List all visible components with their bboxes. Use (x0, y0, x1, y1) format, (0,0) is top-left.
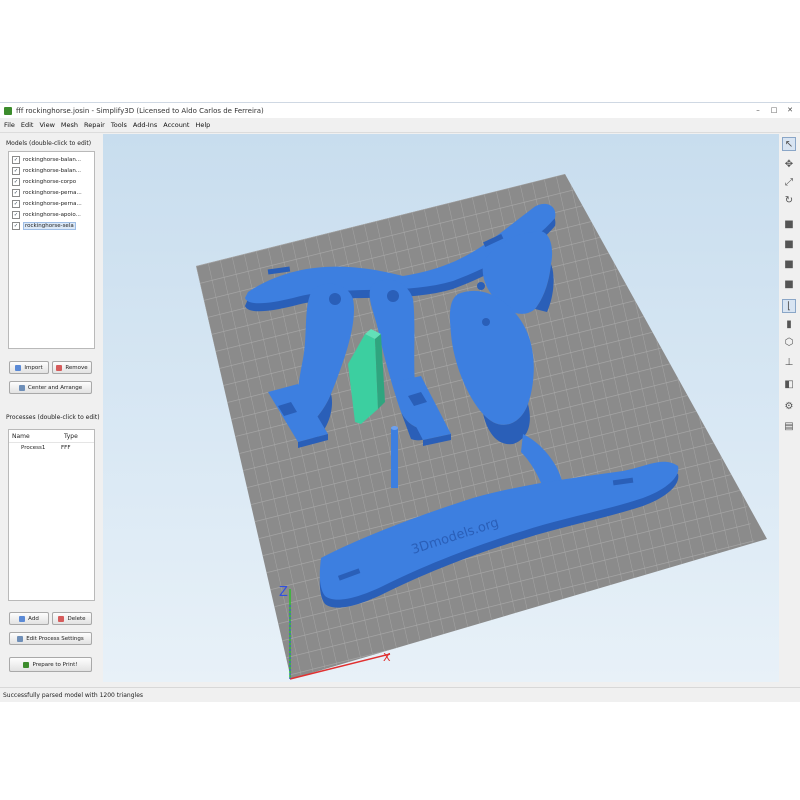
rotate-icon[interactable]: ↻ (782, 193, 796, 207)
processes-header: Processes (double-click to edit) (6, 414, 100, 421)
menu-file[interactable]: File (4, 121, 15, 129)
delete-icon (58, 615, 65, 622)
minimize-button[interactable]: – (752, 105, 764, 115)
import-label: Import (24, 364, 43, 371)
status-bar: Successfully parsed model with 1200 tria… (0, 687, 800, 702)
center-and-arrange-button[interactable]: Center and Arrange (9, 381, 92, 394)
table-header: Name Type (9, 430, 94, 443)
remove-button[interactable]: Remove (52, 361, 92, 374)
arrange-icon (18, 384, 25, 391)
settings-icon (17, 635, 24, 642)
menu-account[interactable]: Account (163, 121, 189, 129)
center-and-arrange-label: Center and Arrange (27, 384, 83, 391)
model-label: rockinghorse-balan... (23, 167, 82, 174)
model-label: rockinghorse-balan... (23, 156, 82, 163)
model-label: rockinghorse-perna... (23, 189, 82, 196)
prepare-to-print-button[interactable]: Prepare to Print! (9, 657, 92, 672)
menu-view[interactable]: View (39, 121, 54, 129)
maximize-button[interactable]: □ (768, 105, 780, 115)
axis-toggle-icon[interactable]: ⌊ (782, 299, 796, 313)
add-icon (19, 615, 26, 622)
model-item[interactable]: ✓ rockinghorse-balan... (9, 154, 94, 165)
window-title: fff rockinghorse.josin - Simplify3D (Lic… (16, 106, 264, 115)
checkbox[interactable]: ✓ (12, 166, 20, 175)
close-button[interactable]: ✕ (784, 105, 796, 115)
section-icon[interactable]: ⊥ (782, 355, 796, 369)
models-list[interactable]: ✓ rockinghorse-balan... ✓ rockinghorse-b… (8, 151, 95, 349)
column-type: Type (64, 432, 78, 440)
build-plate-grid (196, 174, 767, 679)
menu-bar: File Edit View Mesh Repair Tools Add-Ins… (0, 118, 800, 133)
menu-repair[interactable]: Repair (84, 121, 105, 129)
layer-view-icon[interactable]: ▤ (782, 419, 796, 433)
delete-label: Delete (67, 615, 86, 622)
menu-edit[interactable]: Edit (21, 121, 34, 129)
add-process-button[interactable]: Add (9, 612, 49, 625)
model-item-selected[interactable]: ✓ rockinghorse-sela (9, 220, 94, 231)
wireframe-icon[interactable]: ⬡ (782, 335, 796, 349)
left-panel: Models (double-click to edit) ✓ rockingh… (0, 133, 100, 681)
settings-gear-icon[interactable]: ⚙ (782, 399, 796, 413)
table-row[interactable]: Process1 FFF (9, 443, 94, 453)
checkbox[interactable]: ✓ (12, 199, 20, 208)
app-window: fff rockinghorse.josin - Simplify3D (Lic… (0, 102, 800, 702)
checkbox[interactable]: ✓ (12, 221, 20, 230)
model-label: rockinghorse-apoio... (23, 211, 81, 218)
app-logo-icon (4, 106, 12, 115)
model-item[interactable]: ✓ rockinghorse-perna... (9, 198, 94, 209)
solid-view-icon[interactable]: ▮ (782, 317, 796, 331)
view-top-icon[interactable]: ■ (782, 277, 796, 291)
model-item[interactable]: ✓ rockinghorse-corpo (9, 176, 94, 187)
process-name: Process1 (21, 445, 46, 451)
menu-add-ins[interactable]: Add-Ins (133, 121, 157, 129)
axis-z-label: Z (279, 585, 288, 600)
add-label: Add (28, 615, 39, 622)
menu-mesh[interactable]: Mesh (61, 121, 78, 129)
model-label: rockinghorse-sela (23, 221, 76, 230)
view-side-icon[interactable]: ■ (782, 257, 796, 271)
axis-x-label: X (383, 651, 391, 664)
menu-help[interactable]: Help (195, 121, 210, 129)
model-item[interactable]: ✓ rockinghorse-perna... (9, 187, 94, 198)
menu-tools[interactable]: Tools (111, 121, 127, 129)
3d-viewport[interactable]: 3Dmodels.org Z X (103, 134, 779, 682)
checkbox[interactable]: ✓ (12, 188, 20, 197)
view-toolbar: ↖ ✥ ⤢ ↻ ■ ■ ■ ■ ⌊ ▮ ⬡ ⊥ ◧ ⚙ ▤ (780, 137, 798, 437)
move-icon[interactable]: ✥ (782, 157, 796, 171)
remove-label: Remove (65, 364, 88, 371)
column-name: Name (12, 432, 30, 440)
delete-process-button[interactable]: Delete (52, 612, 92, 625)
prepare-to-print-label: Prepare to Print! (32, 661, 78, 668)
processes-table[interactable]: Name Type Process1 FFF (8, 429, 95, 601)
model-label: rockinghorse-corpo (23, 178, 77, 185)
import-button[interactable]: Import (9, 361, 49, 374)
scale-icon[interactable]: ⤢ (782, 175, 796, 189)
import-icon (15, 364, 22, 371)
print-icon (23, 661, 30, 668)
checkbox[interactable]: ✓ (12, 155, 20, 164)
remove-icon (56, 364, 63, 371)
model-item[interactable]: ✓ rockinghorse-balan... (9, 165, 94, 176)
view-front-icon[interactable]: ■ (782, 237, 796, 251)
status-text: Successfully parsed model with 1200 tria… (3, 691, 144, 699)
model-item[interactable]: ✓ rockinghorse-apoio... (9, 209, 94, 220)
cut-plane-icon[interactable]: ◧ (782, 377, 796, 391)
checkbox[interactable]: ✓ (12, 210, 20, 219)
checkbox[interactable]: ✓ (12, 177, 20, 186)
model-label: rockinghorse-perna... (23, 200, 82, 207)
edit-process-settings-button[interactable]: Edit Process Settings (9, 632, 92, 645)
edit-process-settings-label: Edit Process Settings (26, 635, 84, 642)
process-type: FFF (61, 445, 71, 451)
models-header: Models (double-click to edit) (6, 140, 92, 147)
select-cursor-icon[interactable]: ↖ (782, 137, 796, 151)
build-plate-scene: 3Dmodels.org Z X (196, 174, 767, 680)
title-bar: fff rockinghorse.josin - Simplify3D (Lic… (0, 103, 800, 118)
view-default-icon[interactable]: ■ (782, 217, 796, 231)
